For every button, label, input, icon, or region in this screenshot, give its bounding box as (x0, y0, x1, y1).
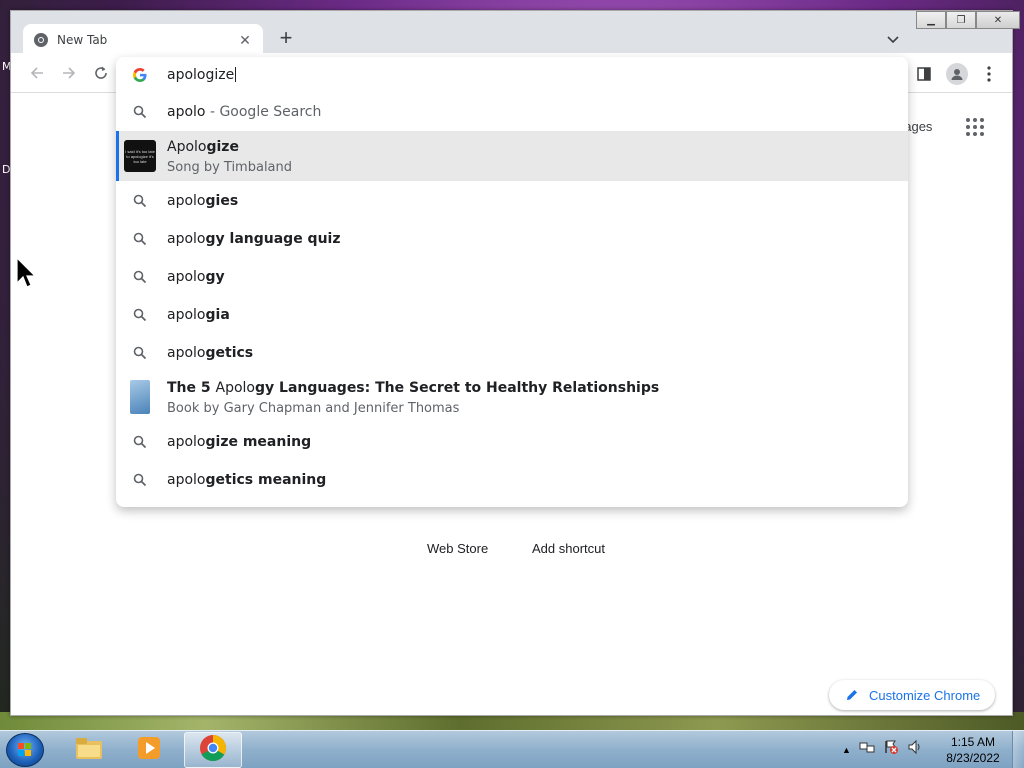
taskbar-media-player[interactable] (120, 732, 178, 768)
omnibox-dropdown: apologize apolo - Google Search I said i… (116, 57, 908, 507)
clock[interactable]: 1:15 AM 8/23/2022 (940, 734, 1006, 766)
suggestion-text: apologetics meaning (167, 472, 327, 488)
suggestion-text: apologia (167, 307, 230, 323)
customize-label: Customize Chrome (869, 687, 981, 703)
back-icon[interactable] (27, 63, 47, 83)
title-bar: New Tab ✕ + ▁ ❐ ✕ (11, 11, 1020, 56)
chrome-icon (198, 733, 228, 768)
profile-button[interactable] (946, 63, 968, 85)
volume-icon[interactable] (907, 739, 923, 760)
close-window-button[interactable]: ✕ (976, 11, 1020, 29)
show-hidden-icons-icon[interactable]: ▲ (842, 745, 851, 755)
new-tab-button[interactable]: + (275, 27, 297, 50)
side-panel-icon[interactable] (913, 63, 935, 85)
chrome-favicon-icon (33, 32, 49, 48)
song-thumbnail: I said it's too late to apologize it's t… (124, 140, 156, 172)
suggestion-row[interactable]: apologize meaning (116, 423, 908, 461)
search-icon (133, 473, 147, 487)
taskbar-explorer[interactable] (60, 732, 118, 768)
action-center-icon[interactable] (883, 739, 899, 760)
media-player-icon (135, 734, 163, 767)
forward-icon[interactable] (59, 63, 79, 83)
search-icon (133, 232, 147, 246)
search-icon (133, 346, 147, 360)
clock-time: 1:15 AM (950, 735, 996, 749)
avatar (946, 63, 968, 85)
suggestion-title: The 5 Apology Languages: The Secret to H… (167, 380, 660, 396)
suggestion-title: Apologize (167, 139, 239, 155)
suggestion-text: apologize meaning (167, 434, 312, 450)
suggestion-subtitle: Book by Gary Chapman and Jennifer Thomas (167, 401, 460, 416)
suggestion-row[interactable]: apologia (116, 296, 908, 334)
book-thumbnail (130, 380, 150, 414)
suggestion-row-selected[interactable]: I said it's too late to apologize it's t… (116, 131, 908, 181)
apps-grid-icon[interactable] (966, 118, 984, 136)
google-g-icon (132, 67, 148, 83)
search-icon (133, 308, 147, 322)
suggestion-row[interactable]: apology language quiz (116, 220, 908, 258)
suggestion-row[interactable]: The 5 Apology Languages: The Secret to H… (116, 372, 908, 422)
window-controls: ▁ ❐ ✕ (916, 11, 1020, 29)
taskbar: ▲ 1:15 AM 8/23/2022 (0, 730, 1024, 768)
customize-chrome-button[interactable]: Customize Chrome (829, 680, 995, 710)
chevron-down-icon[interactable] (885, 31, 901, 47)
suggestion-text: apology (167, 269, 225, 285)
search-icon (133, 194, 147, 208)
mouse-cursor-icon (16, 257, 36, 288)
start-button[interactable] (6, 733, 44, 767)
search-icon (133, 270, 147, 284)
show-desktop-button[interactable] (1012, 731, 1024, 768)
shortcut-web-store[interactable]: Web Store (427, 541, 488, 556)
network-icon[interactable] (859, 739, 875, 760)
suggestion-row[interactable]: apolo - Google Search (116, 93, 908, 131)
minimize-button[interactable]: ▁ (916, 11, 946, 29)
suggestion-subtitle: Song by Timbaland (167, 160, 293, 175)
omnibox-text[interactable]: apologize (167, 67, 237, 83)
tab-title: New Tab (57, 33, 108, 47)
suggestion-row[interactable]: apologies (116, 182, 908, 220)
folder-icon (74, 735, 104, 766)
suggestion-text: apologetics (167, 345, 254, 361)
pencil-icon (845, 688, 859, 702)
tab-new-tab[interactable]: New Tab ✕ (23, 24, 263, 56)
suggestion-row[interactable]: apologetics meaning (116, 461, 908, 499)
close-tab-icon[interactable]: ✕ (237, 32, 253, 49)
menu-icon[interactable] (978, 63, 1000, 85)
system-tray: ▲ (842, 739, 923, 760)
suggestion-text: apologies (167, 193, 239, 209)
suggestion-text: apolo - Google Search (167, 104, 322, 120)
maximize-button[interactable]: ❐ (946, 11, 976, 29)
shortcut-add[interactable]: Add shortcut (532, 541, 605, 556)
clock-date: 8/23/2022 (946, 751, 1000, 765)
omnibox-input[interactable]: apologize (116, 57, 908, 93)
suggestion-row[interactable]: apology (116, 258, 908, 296)
search-icon (133, 435, 147, 449)
reload-icon[interactable] (91, 63, 111, 83)
taskbar-chrome[interactable] (184, 732, 242, 768)
suggestion-text: apology language quiz (167, 231, 341, 247)
suggestion-row[interactable]: apologetics (116, 334, 908, 372)
search-icon (133, 105, 147, 119)
